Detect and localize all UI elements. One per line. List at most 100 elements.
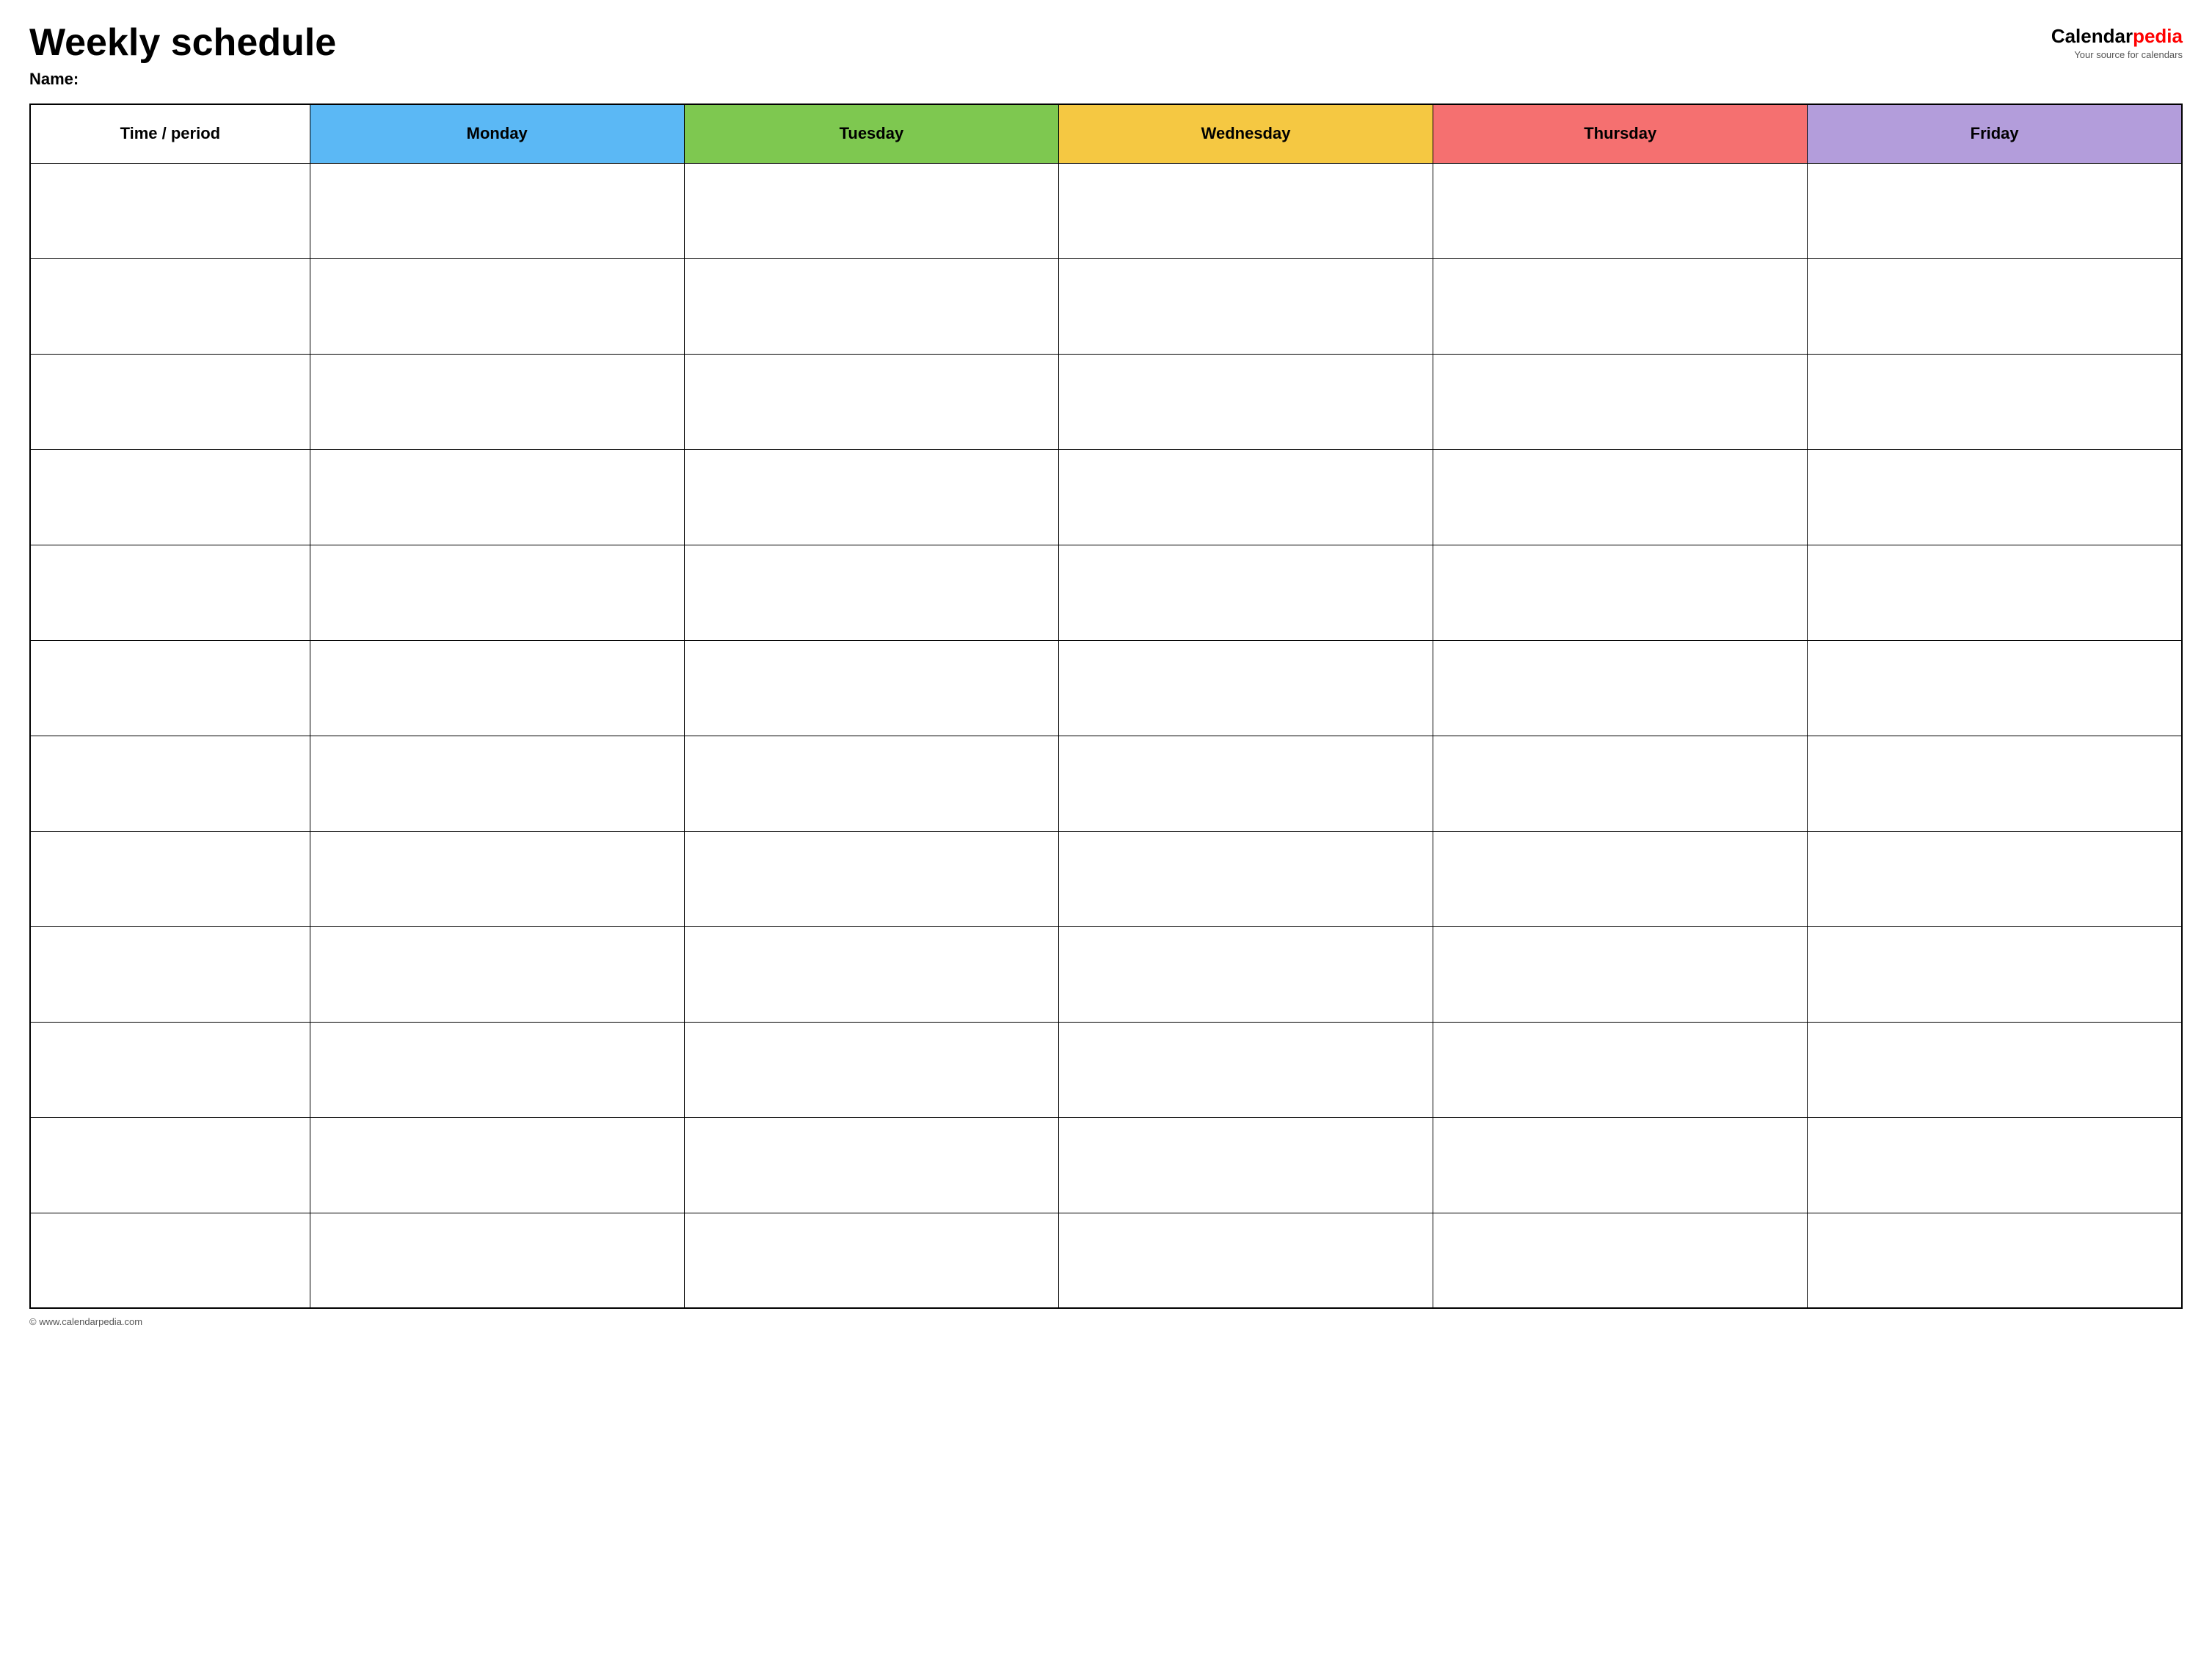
schedule-cell[interactable] — [1808, 736, 2182, 831]
schedule-cell[interactable] — [684, 1213, 1058, 1308]
col-header-tuesday: Tuesday — [684, 104, 1058, 163]
time-cell[interactable] — [30, 163, 310, 258]
table-row — [30, 545, 2182, 640]
schedule-cell[interactable] — [310, 831, 684, 926]
time-cell[interactable] — [30, 736, 310, 831]
schedule-cell[interactable] — [310, 258, 684, 354]
schedule-cell[interactable] — [1808, 163, 2182, 258]
schedule-cell[interactable] — [310, 1213, 684, 1308]
schedule-cell[interactable] — [1058, 1213, 1433, 1308]
schedule-cell[interactable] — [684, 831, 1058, 926]
schedule-cell[interactable] — [684, 354, 1058, 449]
logo-pedia: pedia — [2133, 25, 2183, 47]
schedule-cell[interactable] — [310, 449, 684, 545]
time-cell[interactable] — [30, 640, 310, 736]
footer: © www.calendarpedia.com — [29, 1316, 2183, 1327]
schedule-cell[interactable] — [1433, 1022, 1808, 1117]
schedule-cell[interactable] — [1058, 163, 1433, 258]
time-cell[interactable] — [30, 1117, 310, 1213]
logo-tagline: Your source for calendars — [2074, 49, 2183, 60]
time-cell[interactable] — [30, 1022, 310, 1117]
schedule-cell[interactable] — [310, 1117, 684, 1213]
schedule-cell[interactable] — [1808, 1117, 2182, 1213]
table-row — [30, 1022, 2182, 1117]
schedule-cell[interactable] — [684, 736, 1058, 831]
schedule-cell[interactable] — [1058, 449, 1433, 545]
table-row — [30, 1117, 2182, 1213]
col-header-friday: Friday — [1808, 104, 2182, 163]
schedule-cell[interactable] — [1808, 258, 2182, 354]
table-row — [30, 831, 2182, 926]
col-header-wednesday: Wednesday — [1058, 104, 1433, 163]
time-cell[interactable] — [30, 258, 310, 354]
title-section: Weekly schedule Name: — [29, 22, 336, 89]
schedule-cell[interactable] — [684, 258, 1058, 354]
schedule-cell[interactable] — [684, 1022, 1058, 1117]
logo-text: Calendarpedia — [2051, 25, 2183, 48]
schedule-table: Time / period Monday Tuesday Wednesday T… — [29, 104, 2183, 1309]
schedule-cell[interactable] — [1808, 926, 2182, 1022]
schedule-cell[interactable] — [1433, 258, 1808, 354]
table-row — [30, 1213, 2182, 1308]
schedule-cell[interactable] — [1808, 640, 2182, 736]
col-header-thursday: Thursday — [1433, 104, 1808, 163]
col-header-time: Time / period — [30, 104, 310, 163]
schedule-cell[interactable] — [310, 736, 684, 831]
schedule-cell[interactable] — [684, 640, 1058, 736]
schedule-cell[interactable] — [1808, 449, 2182, 545]
col-header-monday: Monday — [310, 104, 684, 163]
schedule-cell[interactable] — [1808, 354, 2182, 449]
schedule-cell[interactable] — [1058, 1117, 1433, 1213]
schedule-cell[interactable] — [1433, 1117, 1808, 1213]
time-cell[interactable] — [30, 449, 310, 545]
table-row — [30, 258, 2182, 354]
schedule-cell[interactable] — [1433, 1213, 1808, 1308]
table-row — [30, 926, 2182, 1022]
schedule-cell[interactable] — [1433, 736, 1808, 831]
schedule-cell[interactable] — [1433, 831, 1808, 926]
schedule-cell[interactable] — [1433, 545, 1808, 640]
time-cell[interactable] — [30, 1213, 310, 1308]
schedule-cell[interactable] — [310, 354, 684, 449]
logo-calendar: Calendar — [2051, 25, 2133, 47]
schedule-cell[interactable] — [1433, 926, 1808, 1022]
schedule-cell[interactable] — [1433, 449, 1808, 545]
schedule-cell[interactable] — [1808, 831, 2182, 926]
schedule-cell[interactable] — [310, 926, 684, 1022]
logo-section: Calendarpedia Your source for calendars — [2051, 25, 2183, 60]
schedule-cell[interactable] — [310, 545, 684, 640]
time-cell[interactable] — [30, 354, 310, 449]
schedule-cell[interactable] — [684, 926, 1058, 1022]
time-cell[interactable] — [30, 545, 310, 640]
schedule-cell[interactable] — [1058, 1022, 1433, 1117]
time-cell[interactable] — [30, 926, 310, 1022]
schedule-cell[interactable] — [1058, 640, 1433, 736]
schedule-cell[interactable] — [1433, 354, 1808, 449]
schedule-cell[interactable] — [1808, 1213, 2182, 1308]
page-title: Weekly schedule — [29, 22, 336, 64]
table-header-row: Time / period Monday Tuesday Wednesday T… — [30, 104, 2182, 163]
schedule-cell[interactable] — [1058, 354, 1433, 449]
schedule-cell[interactable] — [684, 1117, 1058, 1213]
time-cell[interactable] — [30, 831, 310, 926]
schedule-cell[interactable] — [1058, 258, 1433, 354]
schedule-cell[interactable] — [1058, 545, 1433, 640]
table-row — [30, 640, 2182, 736]
schedule-cell[interactable] — [310, 163, 684, 258]
schedule-cell[interactable] — [1058, 831, 1433, 926]
schedule-cell[interactable] — [1808, 545, 2182, 640]
schedule-cell[interactable] — [1433, 163, 1808, 258]
table-row — [30, 163, 2182, 258]
table-row — [30, 736, 2182, 831]
schedule-cell[interactable] — [684, 449, 1058, 545]
schedule-cell[interactable] — [1058, 736, 1433, 831]
schedule-cell[interactable] — [310, 640, 684, 736]
schedule-cell[interactable] — [1433, 640, 1808, 736]
schedule-cell[interactable] — [684, 163, 1058, 258]
footer-url: © www.calendarpedia.com — [29, 1316, 142, 1327]
schedule-cell[interactable] — [684, 545, 1058, 640]
schedule-cell[interactable] — [310, 1022, 684, 1117]
schedule-cell[interactable] — [1058, 926, 1433, 1022]
schedule-cell[interactable] — [1808, 1022, 2182, 1117]
name-label: Name: — [29, 70, 336, 89]
